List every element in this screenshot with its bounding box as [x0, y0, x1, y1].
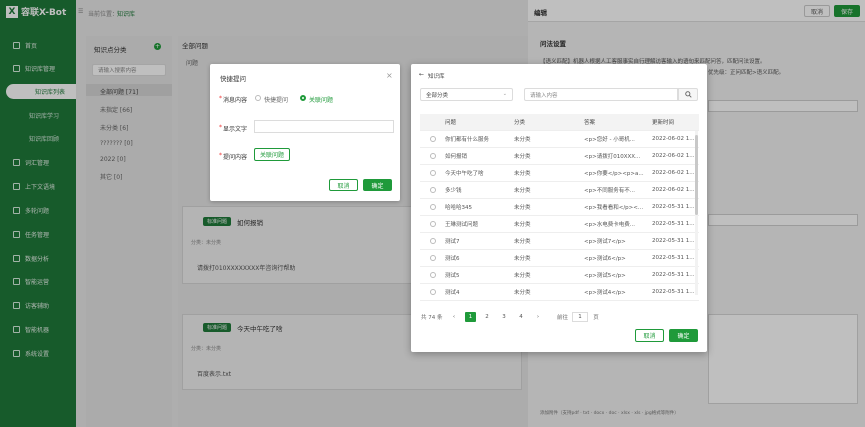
close-icon[interactable]: × [386, 71, 393, 80]
col-updated: 更新时间 [652, 120, 675, 126]
table-header: 问题 分类 答案 更新时间 [420, 114, 699, 131]
page-3[interactable]: 3 [499, 312, 509, 322]
table-row[interactable]: 哈哈哈345 未分类 <p>我看看和</p><... 2022-05-31 1... [420, 199, 699, 216]
goto-suffix: 页 [593, 315, 599, 321]
row-radio[interactable] [430, 170, 436, 176]
table-row[interactable]: 如何报销 未分类 <p>请拨打010XXX... 2022-06-02 1... [420, 148, 699, 165]
page-4[interactable]: 4 [516, 312, 526, 322]
required-mark: * [219, 152, 222, 159]
row-radio[interactable] [430, 289, 436, 295]
category-select[interactable]: 全部分类 ⌄ [420, 88, 513, 101]
kb-modal-title: 知识库 [428, 74, 445, 80]
row-radio[interactable] [430, 272, 436, 278]
table-row[interactable]: 你们都有什么服务 未分类 <p>您好 - 小哥机... 2022-06-02 1... [420, 131, 699, 148]
page-2[interactable]: 2 [482, 312, 492, 322]
table-scrollbar-track[interactable] [695, 131, 698, 295]
radio-quick[interactable] [255, 95, 261, 101]
table-row[interactable]: 测试4 未分类 <p>测试4</p> 2022-05-31 1... [420, 284, 699, 301]
content-label: 消息内容 [223, 97, 248, 104]
row-radio[interactable] [430, 204, 436, 210]
row-radio[interactable] [430, 136, 436, 142]
prev-page-icon[interactable]: ‹ [449, 312, 459, 322]
goto-label: 前往 [557, 315, 569, 321]
table-row[interactable]: 多少钱 未分类 <p>不同服务有不... 2022-06-02 1... [420, 182, 699, 199]
row-radio[interactable] [430, 221, 436, 227]
kb-picker-modal: ← 知识库 全部分类 ⌄ 请输入内容 问题 分类 答案 更新时间 你们都有什么服… [411, 64, 707, 352]
quick-reply-title: 快捷提问 [220, 75, 246, 83]
row-radio[interactable] [430, 153, 436, 159]
back-arrow-icon[interactable]: ← [419, 71, 424, 78]
table-row[interactable]: 王琳测试问题 未分类 <p>水电费卡电费... 2022-05-31 1... [420, 216, 699, 233]
quick-reply-dialog: 快捷提问 × * 消息内容 快捷提问 关联问题 * 显示文字 * 提问内容 关联… [210, 64, 400, 201]
table-row[interactable]: 测试5 未分类 <p>测试5</p> 2022-05-31 1... [420, 267, 699, 284]
radio-quick-label: 快捷提问 [264, 97, 289, 104]
col-category: 分类 [514, 120, 526, 126]
kb-confirm-button[interactable]: 确定 [669, 329, 698, 342]
question-label: 提问内容 [223, 154, 248, 161]
radio-linked-label: 关联问题 [309, 97, 334, 104]
display-text-input[interactable] [254, 120, 394, 133]
quick-confirm-button[interactable]: 确定 [363, 179, 392, 191]
table-row[interactable]: 今天中午吃了啥 未分类 <p>你要</p><p>a... 2022-06-02 1..… [420, 165, 699, 182]
table-scrollbar-thumb[interactable] [695, 135, 698, 215]
row-radio[interactable] [430, 238, 436, 244]
quick-cancel-button[interactable]: 取消 [329, 179, 358, 191]
required-mark: * [219, 95, 222, 102]
goto-page-input[interactable]: 1 [572, 312, 588, 322]
chevron-down-icon: ⌄ [502, 91, 507, 97]
pagination-total: 共 74 条 [421, 315, 443, 321]
search-icon [684, 91, 692, 98]
page-1[interactable]: 1 [465, 312, 476, 322]
col-question: 问题 [445, 120, 457, 126]
next-page-icon[interactable]: › [533, 312, 543, 322]
table-row[interactable]: 测试7 未分类 <p>测试7</p> 2022-05-31 1... [420, 233, 699, 250]
row-radio[interactable] [430, 255, 436, 261]
kb-cancel-button[interactable]: 取消 [635, 329, 664, 342]
radio-linked[interactable] [300, 95, 306, 101]
pick-question-button[interactable]: 关联问题 [254, 148, 290, 161]
table-row[interactable]: 测试6 未分类 <p>测试6</p> 2022-05-31 1... [420, 250, 699, 267]
col-answer: 答案 [584, 120, 596, 126]
kb-modal-search-input[interactable]: 请输入内容 [524, 88, 678, 101]
display-text-label: 显示文字 [223, 126, 248, 133]
row-radio[interactable] [430, 187, 436, 193]
required-mark: * [219, 124, 222, 131]
search-button[interactable] [678, 88, 698, 101]
